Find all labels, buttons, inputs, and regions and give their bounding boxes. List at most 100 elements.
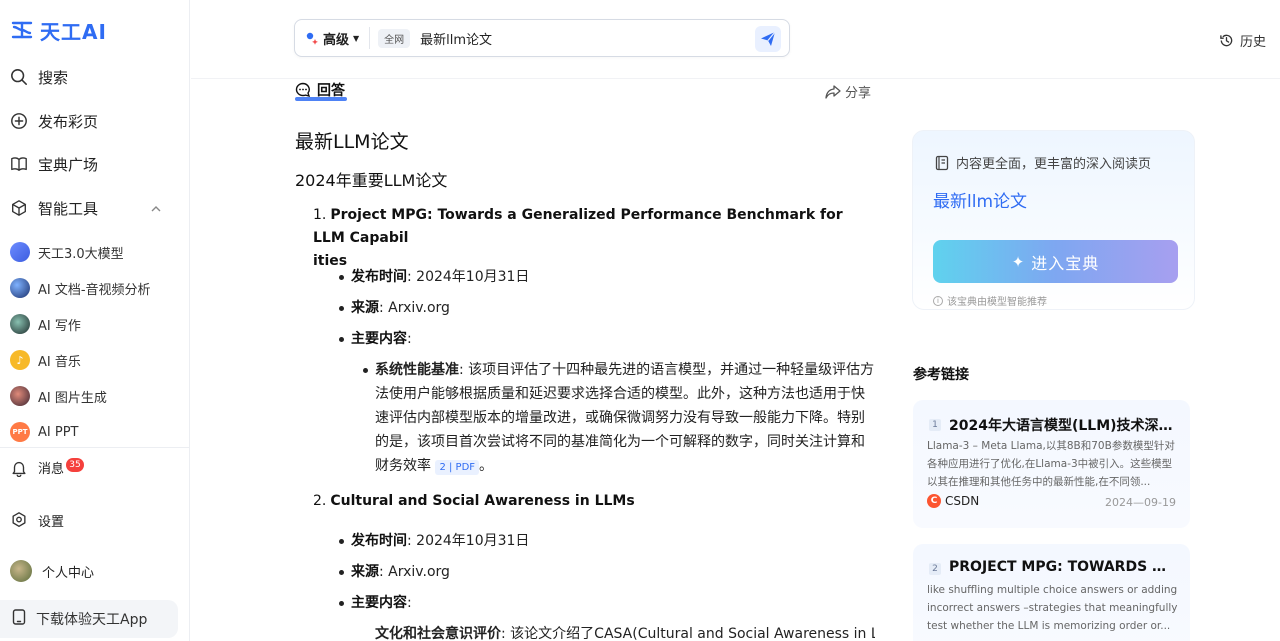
ai-sparkle-icon bbox=[305, 31, 319, 45]
list-item: 主要内容: bbox=[339, 328, 412, 351]
brand-name: 天工AI bbox=[40, 19, 107, 44]
tool-item-image[interactable]: AI 图片生成 bbox=[10, 385, 180, 407]
sidebar-item-messages[interactable]: 消息 35 bbox=[10, 453, 180, 483]
point-text: : 该项目评估了十四种最先进的语言模型，并通过一种轻量级评估方法使用户能够根据质… bbox=[375, 362, 875, 474]
sidebar-item-label: 发布彩页 bbox=[38, 112, 99, 131]
list-item: 文化和社会意识评价: 该论文介绍了CASA(Cultural and Socia… bbox=[375, 622, 875, 641]
writing-avatar-icon bbox=[10, 314, 30, 334]
field-value: : 2024年10月31日 bbox=[407, 533, 530, 549]
list-item: 来源: Arxiv.org bbox=[339, 561, 450, 584]
search-icon bbox=[10, 68, 28, 86]
sidebar-item-tools[interactable]: 智能工具 bbox=[10, 193, 180, 223]
phone-icon bbox=[12, 609, 26, 629]
reference-card[interactable]: 2 PROJECT MPG: TOWARDS A G... like shuff… bbox=[913, 544, 1190, 641]
field-label: 发布时间 bbox=[351, 533, 407, 549]
download-app-button[interactable]: 下载体验天工App bbox=[0, 600, 178, 638]
sidebar-item-label: 智能工具 bbox=[38, 199, 99, 218]
paper-title-line2: ities bbox=[313, 253, 348, 269]
history-button[interactable]: 历史 bbox=[1219, 31, 1266, 50]
list-item-number: 1. bbox=[313, 207, 327, 223]
search-input[interactable] bbox=[420, 30, 741, 46]
send-button[interactable] bbox=[755, 26, 781, 52]
deep-read-footnote-text: 该宝典由模型智能推荐 bbox=[947, 297, 1047, 308]
field-value: : bbox=[407, 331, 412, 347]
share-button[interactable]: 分享 bbox=[825, 82, 871, 101]
answer-title: 最新LLM论文 bbox=[295, 131, 409, 153]
model-avatar-icon bbox=[10, 242, 30, 262]
deep-read-hint-text: 内容更全面，更丰富的深入阅读页 bbox=[956, 157, 1152, 172]
sidebar-item-search[interactable]: 搜索 bbox=[10, 62, 180, 92]
tool-item-doc-analysis[interactable]: AI 文档-音视频分析 bbox=[10, 277, 180, 299]
ppt-avatar-icon: PPT bbox=[10, 422, 30, 442]
list-item: 系统性能基准: 该项目评估了十四种最先进的语言模型，并通过一种轻量级评估方法使用… bbox=[363, 358, 875, 478]
enter-baodian-button[interactable]: ✦ 进入宝典 bbox=[933, 240, 1178, 283]
sidebar-item-publish[interactable]: 发布彩页 bbox=[10, 106, 180, 136]
list-item-title: 1. Project MPG: Towards a Generalized Per… bbox=[313, 204, 875, 273]
field-label: 发布时间 bbox=[351, 269, 407, 285]
list-item: 发布时间: 2024年10月31日 bbox=[338, 530, 530, 553]
list-item: 主要内容: bbox=[339, 592, 412, 615]
tool-item-model[interactable]: 天工3.0大模型 bbox=[10, 241, 180, 263]
deep-read-footnote: i 该宝典由模型智能推荐 bbox=[933, 293, 1047, 308]
point-label: 文化和社会意识评价 bbox=[375, 626, 501, 641]
sidebar-item-profile[interactable]: 个人中心 bbox=[10, 556, 180, 586]
brand-logo[interactable]: 天工AI bbox=[10, 15, 107, 45]
tool-item-label: AI 音乐 bbox=[38, 354, 81, 370]
download-label: 下载体验天工App bbox=[36, 612, 148, 628]
history-label: 历史 bbox=[1239, 35, 1266, 50]
field-value: : Arxiv.org bbox=[379, 564, 450, 580]
reference-index: 1 bbox=[929, 419, 941, 431]
search-mode-select[interactable]: 高级 ▼ bbox=[295, 27, 371, 49]
list-item: 发布时间: 2024年10月31日 bbox=[338, 266, 529, 289]
sidebar-item-settings[interactable]: 设置 bbox=[10, 505, 180, 535]
enter-baodian-label: 进入宝典 bbox=[1031, 253, 1100, 273]
search-scope-tag[interactable]: 全网 bbox=[378, 28, 411, 48]
search-bar: 高级 ▼ 全网 bbox=[294, 19, 790, 57]
field-value: : bbox=[407, 595, 412, 611]
tool-item-label: 天工3.0大模型 bbox=[38, 246, 124, 262]
reference-snippet: Llama-3 – Meta Llama,以其8B和70B参数模型针对各种应用进… bbox=[927, 440, 1175, 488]
message-count-badge: 35 bbox=[66, 458, 85, 472]
reference-title: PROJECT MPG: TOWARDS A G... bbox=[949, 559, 1174, 575]
plus-circle-icon bbox=[10, 112, 28, 130]
avatar bbox=[10, 560, 32, 582]
list-item-number: 2. bbox=[313, 493, 327, 509]
cube-icon bbox=[10, 199, 28, 217]
sidebar-divider bbox=[0, 447, 189, 448]
sidebar-item-label: 消息 bbox=[38, 462, 65, 477]
header-divider bbox=[191, 78, 1280, 79]
sidebar-item-label: 个人中心 bbox=[42, 565, 95, 581]
search-mode-label: 高级 bbox=[323, 32, 350, 48]
reference-source: C CSDN bbox=[927, 494, 979, 508]
tool-item-ppt[interactable]: PPT AI PPT bbox=[10, 421, 180, 443]
deep-read-hint: 内容更全面，更丰富的深入阅读页 bbox=[934, 153, 1151, 172]
answer-subtitle: 2024年重要LLM论文 bbox=[295, 171, 448, 190]
references-title: 参考链接 bbox=[913, 367, 969, 383]
tool-item-writing[interactable]: AI 写作 bbox=[10, 313, 180, 335]
field-label: 来源 bbox=[351, 300, 379, 316]
sidebar-item-gallery[interactable]: 宝典广场 bbox=[10, 149, 180, 179]
chevron-up-icon[interactable] bbox=[150, 201, 162, 213]
deep-read-card: 内容更全面，更丰富的深入阅读页 最新llm论文 ✦ 进入宝典 i 该宝典由模型智… bbox=[912, 130, 1195, 310]
notebook-icon bbox=[935, 155, 949, 170]
share-icon bbox=[825, 84, 841, 99]
info-icon: i bbox=[933, 295, 943, 306]
reference-index: 2 bbox=[929, 563, 941, 575]
image-avatar-icon bbox=[10, 386, 30, 406]
reference-source-name: CSDN bbox=[945, 494, 980, 508]
field-label: 主要内容 bbox=[351, 331, 407, 347]
citation-badge[interactable]: 2 | PDF bbox=[435, 460, 480, 475]
reference-snippet: like shuffling multiple choice answers o… bbox=[927, 584, 1178, 632]
tool-item-label: AI 文档-音视频分析 bbox=[38, 282, 151, 298]
tool-item-music[interactable]: ♪ AI 音乐 bbox=[10, 349, 180, 371]
reference-card[interactable]: 1 2024年大语言模型(LLM)技术深度... Llama-3 – Meta … bbox=[913, 400, 1190, 528]
paper-title: Cultural and Social Awareness in LLMs bbox=[330, 493, 635, 509]
share-label: 分享 bbox=[845, 86, 872, 101]
deep-read-title[interactable]: 最新llm论文 bbox=[933, 187, 1027, 212]
tool-item-label: AI 图片生成 bbox=[38, 390, 107, 406]
reference-title: 2024年大语言模型(LLM)技术深度... bbox=[949, 418, 1174, 434]
chat-bubble-icon bbox=[295, 82, 311, 97]
paper-title-line1: Project MPG: Towards a Generalized Perfo… bbox=[313, 207, 843, 246]
book-icon bbox=[10, 155, 28, 173]
sidebar-item-label: 宝典广场 bbox=[38, 155, 99, 174]
